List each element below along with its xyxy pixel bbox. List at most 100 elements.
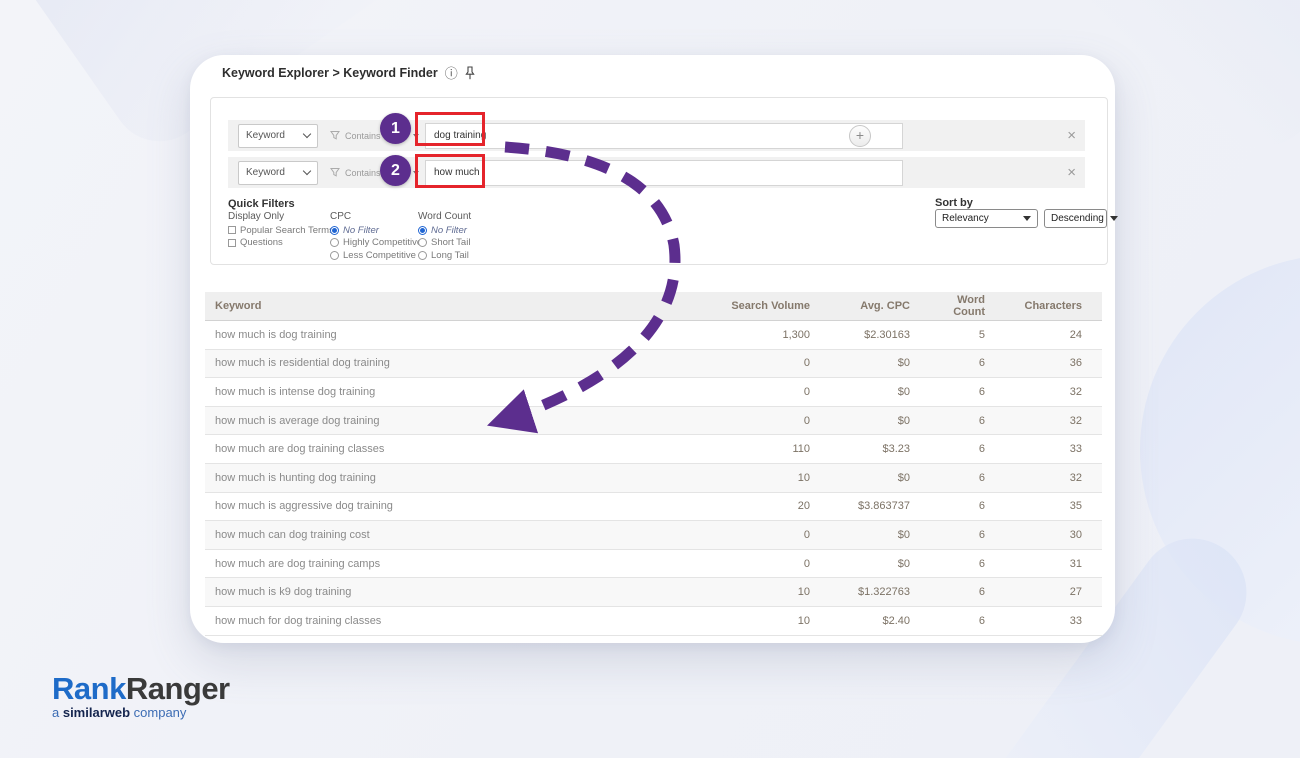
sort-field-value: Relevancy xyxy=(942,213,989,224)
keyword-cell[interactable]: how much is k9 dog training xyxy=(205,586,679,598)
value-cell: 30 xyxy=(1005,529,1102,541)
value-cell: 6 xyxy=(929,472,1005,484)
radio-option[interactable]: Less Competitive xyxy=(330,249,418,262)
keyword-cell[interactable]: how much is hunting dog training xyxy=(205,472,679,484)
value-cell: 35 xyxy=(1005,500,1102,512)
logo-wordmark: RankRanger xyxy=(52,674,230,704)
column-header[interactable]: Search Volume xyxy=(679,300,829,312)
logo-ranger: Ranger xyxy=(126,671,230,706)
column-header[interactable]: Keyword xyxy=(205,300,679,312)
value-cell: 6 xyxy=(929,615,1005,627)
checkbox-icon[interactable] xyxy=(228,226,236,234)
table-header-row: KeywordSearch VolumeAvg. CPCWord CountCh… xyxy=(205,292,1102,321)
value-cell: 32 xyxy=(1005,472,1102,484)
value-cell: 33 xyxy=(1005,443,1102,455)
remove-filter-row-icon[interactable]: × xyxy=(1067,128,1076,143)
radio-icon[interactable] xyxy=(330,238,339,247)
keyword-cell[interactable]: how much is average dog training xyxy=(205,415,679,427)
option-label: Popular Search Terms xyxy=(240,225,334,236)
value-cell: 27 xyxy=(1005,586,1102,598)
pin-icon[interactable] xyxy=(465,66,475,80)
add-keyword-button[interactable]: + xyxy=(849,125,871,147)
radio-icon[interactable] xyxy=(330,226,339,235)
value-cell: 0 xyxy=(679,357,829,369)
value-cell: 31 xyxy=(1005,558,1102,570)
keyword-cell[interactable]: how much is dog training xyxy=(205,329,679,341)
caret-down-icon xyxy=(1110,216,1118,221)
value-cell: 6 xyxy=(929,415,1005,427)
field-dropdown[interactable]: Keyword xyxy=(238,161,318,185)
radio-option[interactable]: Highly Competitive xyxy=(330,237,418,250)
remove-filter-row-icon[interactable]: × xyxy=(1067,165,1076,180)
option-label: Long Tail xyxy=(431,250,469,261)
keyword-cell[interactable]: how much is residential dog training xyxy=(205,357,679,369)
radio-icon[interactable] xyxy=(418,226,427,235)
value-cell: 1,300 xyxy=(679,329,829,341)
filter-row-2: Keyword Contains × xyxy=(228,157,1085,188)
value-cell: $2.30163 xyxy=(829,329,929,341)
filter-row-1: Keyword Contains + × xyxy=(228,120,1085,151)
column-header[interactable]: Avg. CPC xyxy=(829,300,929,312)
radio-icon[interactable] xyxy=(418,238,427,247)
keyword-input-1[interactable] xyxy=(425,123,903,149)
caret-down-icon xyxy=(413,134,419,138)
table-row: how much is aggressive dog training20$3.… xyxy=(205,493,1102,522)
table-row: how much is dog training1,300$2.30163524 xyxy=(205,321,1102,350)
sort-by-label: Sort by xyxy=(935,197,973,209)
funnel-icon xyxy=(330,164,340,182)
table-row: how much are dog training classes110$3.2… xyxy=(205,435,1102,464)
column-header[interactable]: Word Count xyxy=(929,294,1005,318)
keyword-cell[interactable]: how much are dog training camps xyxy=(205,558,679,570)
radio-icon[interactable] xyxy=(418,251,427,260)
checkbox-icon[interactable] xyxy=(228,239,236,247)
checkbox-option[interactable]: Popular Search Terms xyxy=(228,224,330,237)
tagline-post: company xyxy=(130,705,186,720)
field-dropdown[interactable]: Keyword xyxy=(238,124,318,148)
option-label: Short Tail xyxy=(431,237,470,248)
info-icon[interactable]: ⓘ xyxy=(445,63,458,82)
keyword-cell[interactable]: how much for dog training classes xyxy=(205,615,679,627)
keyword-cell[interactable]: how much is intense dog training xyxy=(205,386,679,398)
keyword-cell[interactable]: how much is aggressive dog training xyxy=(205,500,679,512)
keyword-input-wrap xyxy=(425,160,903,186)
value-cell: 0 xyxy=(679,529,829,541)
option-label: No Filter xyxy=(431,225,467,236)
column-header[interactable]: Characters xyxy=(1005,300,1102,312)
radio-option[interactable]: No Filter xyxy=(418,224,513,237)
radio-option[interactable]: Long Tail xyxy=(418,249,513,262)
value-cell: $1.322763 xyxy=(829,586,929,598)
value-cell: 6 xyxy=(929,500,1005,512)
sort-direction-select[interactable]: Descending xyxy=(1044,209,1107,228)
page: Keyword Explorer > Keyword Finder ⓘ Keyw… xyxy=(0,0,1300,758)
checkbox-option[interactable]: Questions xyxy=(228,237,330,250)
annotation-step-2-badge: 2 xyxy=(380,155,411,186)
value-cell: $0 xyxy=(829,357,929,369)
option-label: No Filter xyxy=(343,225,379,236)
table-row: how much for dog training classes10$2.40… xyxy=(205,607,1102,636)
radio-option[interactable]: No Filter xyxy=(330,224,418,237)
value-cell: $3.863737 xyxy=(829,500,929,512)
value-cell: $2.40 xyxy=(829,615,929,627)
keyword-cell[interactable]: how much can dog training cost xyxy=(205,529,679,541)
page-title: Keyword Explorer > Keyword Finder xyxy=(222,66,438,80)
radio-icon[interactable] xyxy=(330,251,339,260)
value-cell: 0 xyxy=(679,415,829,427)
table-row: how much is k9 dog training10$1.32276362… xyxy=(205,578,1102,607)
operator-label: Contains xyxy=(345,131,381,141)
background-shape xyxy=(1140,255,1300,645)
funnel-icon xyxy=(330,127,340,145)
results-table: KeywordSearch VolumeAvg. CPCWord CountCh… xyxy=(205,292,1102,636)
quick-filter-group-label: Word Count xyxy=(418,211,513,222)
radio-option[interactable]: Short Tail xyxy=(418,237,513,250)
sort-field-select[interactable]: Relevancy xyxy=(935,209,1038,228)
keyword-input-2[interactable] xyxy=(425,160,903,186)
table-row: how much is intense dog training0$0632 xyxy=(205,378,1102,407)
keyword-cell[interactable]: how much are dog training classes xyxy=(205,443,679,455)
logo-tagline: a similarweb company xyxy=(52,705,230,720)
chevron-down-icon xyxy=(303,130,311,138)
quick-filter-group: Display OnlyPopular Search TermsQuestion… xyxy=(228,211,330,262)
value-cell: 36 xyxy=(1005,357,1102,369)
value-cell: 33 xyxy=(1005,615,1102,627)
quick-filter-group: CPCNo FilterHighly CompetitiveLess Compe… xyxy=(330,211,418,262)
value-cell: 0 xyxy=(679,386,829,398)
